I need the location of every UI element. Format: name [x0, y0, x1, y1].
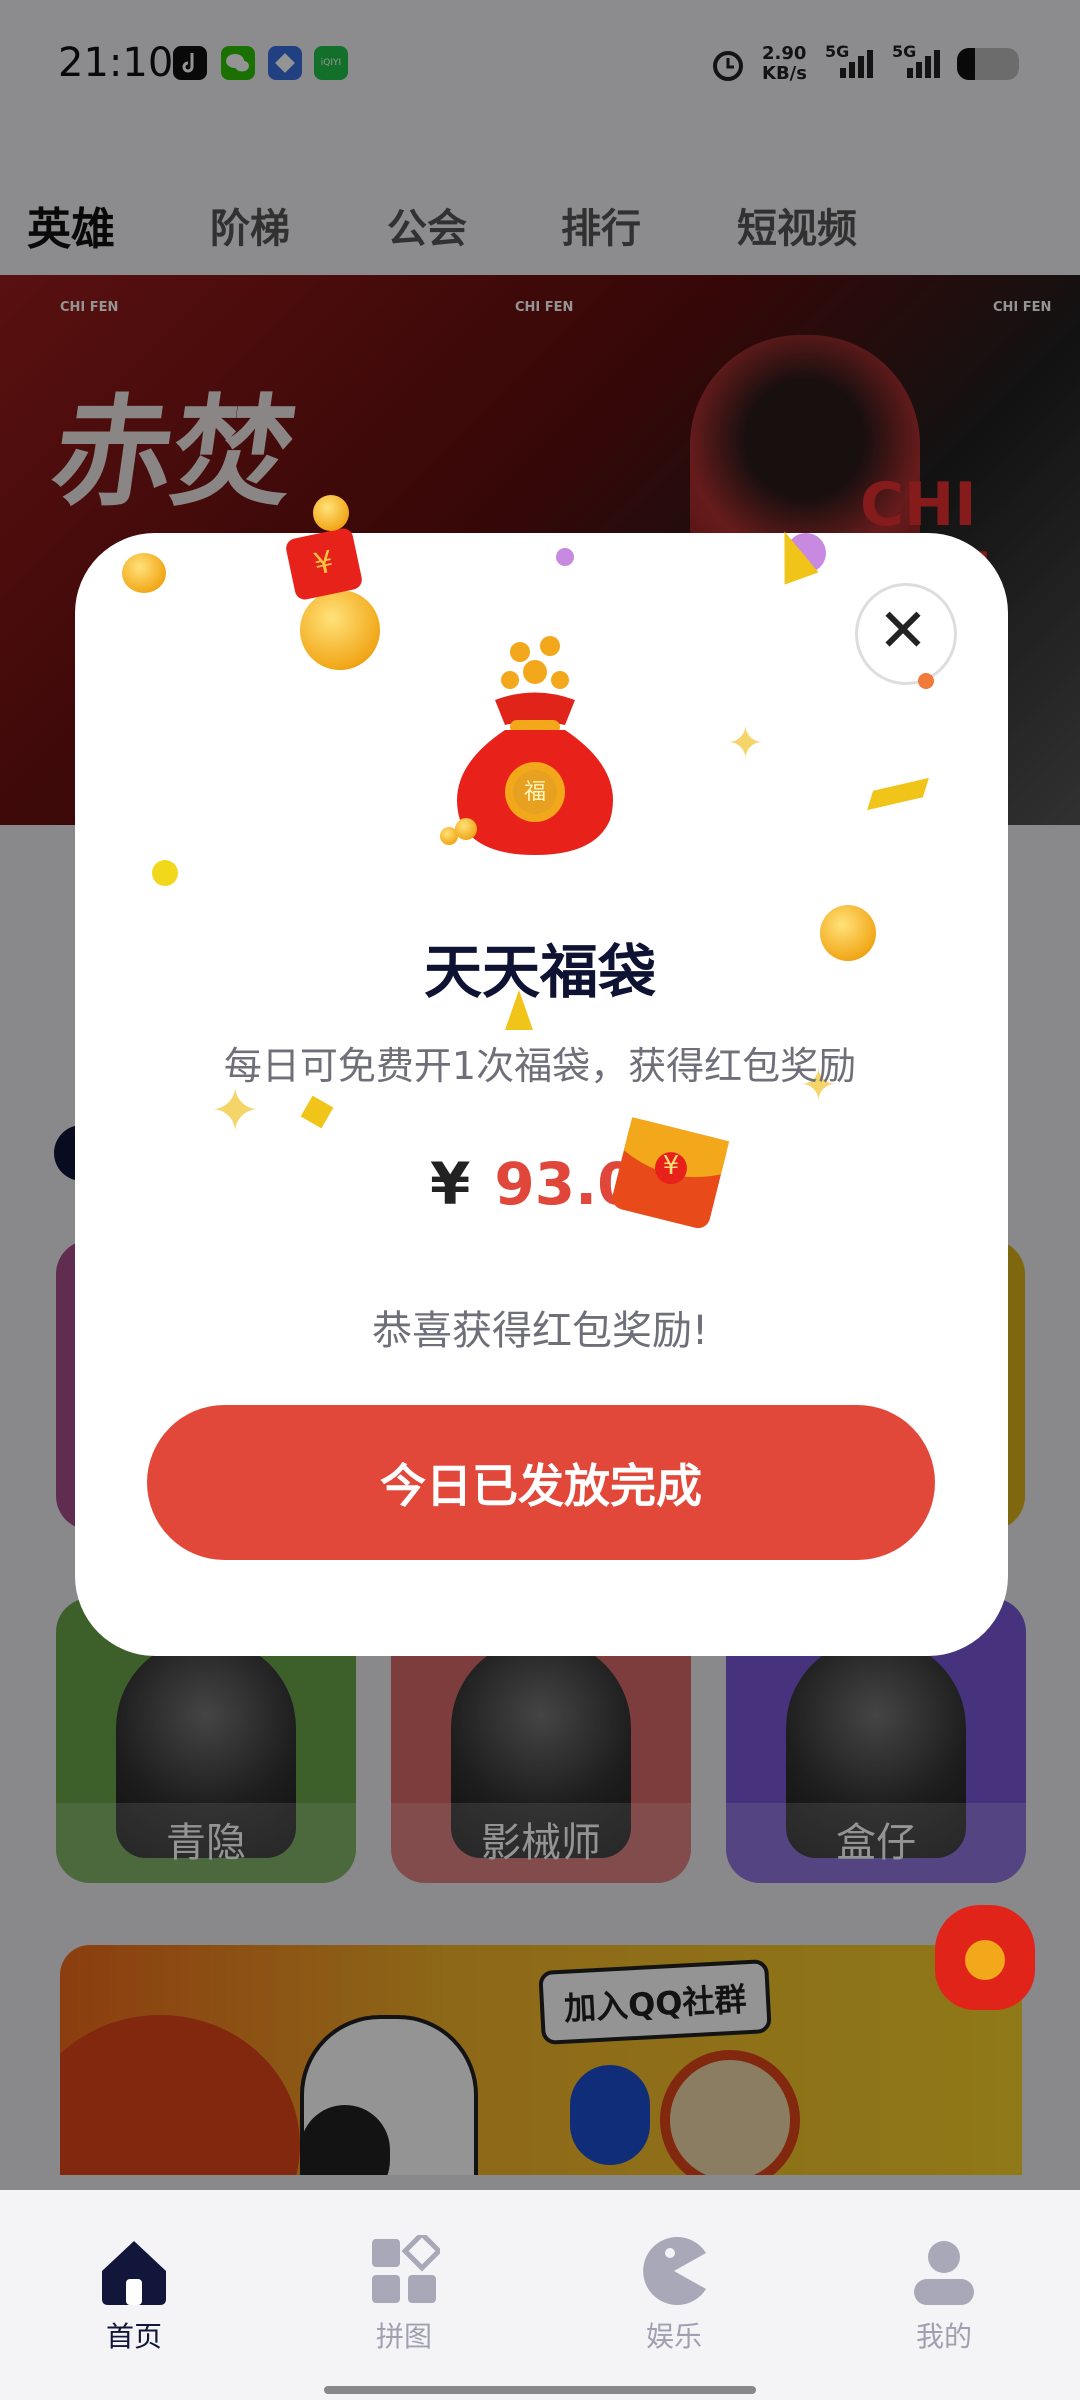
claim-button[interactable]: 今日已发放完成	[147, 1405, 935, 1560]
reward-amount-row: ¥93.0	[430, 1150, 637, 1218]
nav-label: 拼图	[375, 2320, 432, 2353]
lucky-bag-char: 福	[523, 780, 546, 805]
profile-icon	[908, 2235, 980, 2307]
modal-title: 天天福袋	[423, 938, 656, 1006]
coin-icon	[313, 495, 349, 531]
red-envelope-char: ¥	[662, 1151, 680, 1181]
congrats-text: 恭喜获得红包奖励!	[371, 1308, 709, 1354]
modal-description: 每日可免费开1次福袋，获得红包奖励	[223, 1044, 857, 1088]
lucky-bag-float-icon[interactable]	[935, 1905, 1035, 2010]
nav-item-profile[interactable]: 我的	[884, 2235, 1004, 2355]
coin-icon	[300, 590, 380, 670]
gesture-bar[interactable]	[324, 2386, 756, 2394]
confetti-dot	[556, 548, 574, 566]
pacman-icon	[638, 2235, 710, 2307]
home-icon	[98, 2235, 170, 2307]
sparkle-icon: ✦	[727, 718, 764, 769]
nav-item-puzzle[interactable]: 拼图	[344, 2230, 464, 2355]
confetti-dot	[152, 860, 178, 886]
close-icon[interactable]: ✕	[855, 583, 951, 679]
nav-item-home[interactable]: 首页	[74, 2235, 194, 2355]
coin-icon	[455, 818, 477, 840]
confetti-dot	[918, 673, 934, 689]
red-envelope-icon: ¥	[608, 1110, 733, 1235]
coin-icon	[122, 553, 166, 593]
currency-symbol: ¥	[430, 1150, 471, 1218]
nav-item-entertainment[interactable]: 娱乐	[614, 2235, 734, 2355]
nav-label: 娱乐	[645, 2320, 702, 2353]
nav-label: 首页	[105, 2320, 162, 2353]
nav-label: 我的	[915, 2320, 972, 2353]
puzzle-icon	[368, 2230, 443, 2307]
